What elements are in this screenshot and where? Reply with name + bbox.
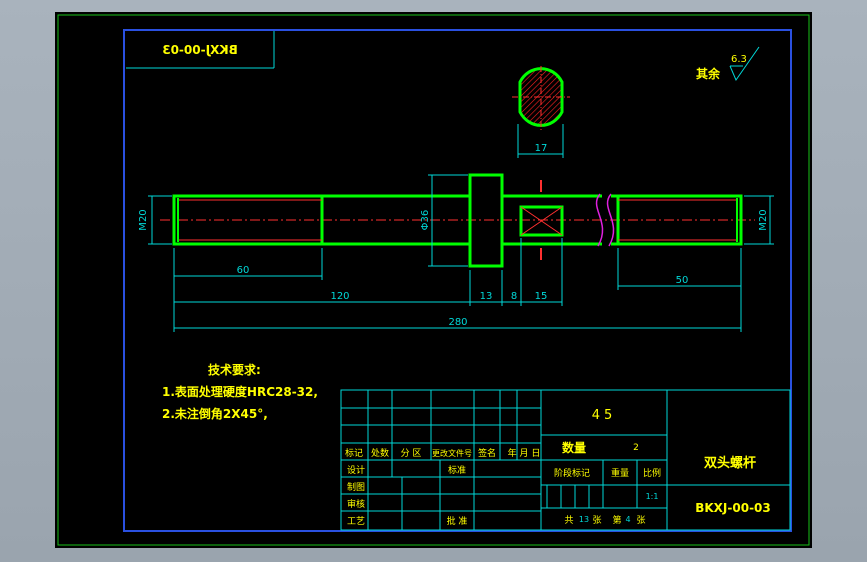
dim-thread-right: M20 [758, 209, 769, 230]
dim-15: 15 [535, 291, 548, 302]
tb-standard: 标准 [448, 464, 466, 476]
tb-total-label: 共 [564, 515, 573, 526]
tb-sheet-unit: 张 [592, 515, 601, 526]
tb-date: 年 月 日 [508, 447, 541, 459]
mirrored-code: BKXJ-00-03 [162, 43, 238, 57]
tb-qty-value: 2 [633, 443, 639, 453]
tb-draw: 制图 [347, 481, 365, 493]
dim-thread-left: M20 [138, 209, 149, 230]
tb-sign: 签名 [478, 447, 496, 459]
tb-count: 处数 [371, 447, 389, 459]
tech-req-line1: 1.表面处理硬度HRC28-32, [162, 384, 318, 399]
tb-sheet-unit2: 张 [636, 515, 645, 526]
dim-280: 280 [448, 317, 467, 328]
tb-weight: 重量 [611, 467, 629, 479]
tb-sheet-label: 第 [612, 514, 621, 526]
dim-8: 8 [511, 291, 517, 302]
tb-mark: 标记 [345, 447, 363, 459]
tech-req-line2: 2.未注倒角2X45°, [162, 406, 268, 421]
tb-scale: 比例 [643, 467, 661, 479]
tb-scale-value: 1:1 [646, 492, 659, 501]
tb-review: 审核 [347, 498, 365, 510]
tb-part-name: 双头螺杆 [704, 455, 756, 471]
tb-docno: 更改文件号 [432, 448, 472, 458]
surface-finish-label: 其余 [696, 66, 721, 81]
drawing-canvas[interactable] [55, 12, 812, 548]
tb-total-sheets: 13 [579, 515, 589, 524]
tb-zone: 分 区 [401, 448, 422, 459]
tb-sheet-no: 4 [625, 515, 630, 524]
dim-collar-dia: Φ36 [420, 210, 431, 231]
tb-stage-mark: 阶段标记 [554, 467, 590, 479]
dim-section-width: 17 [535, 143, 548, 154]
dim-120: 120 [330, 291, 349, 302]
tb-qty-label: 数量 [562, 440, 586, 455]
dim-13: 13 [480, 291, 493, 302]
dim-60: 60 [237, 265, 250, 276]
dim-50: 50 [676, 275, 689, 286]
tb-process: 工艺 [347, 516, 365, 527]
cad-viewport: BKXJ-00-03 其余 6.3 17 M20 M20 Φ36 60 50 1… [55, 12, 812, 548]
tb-design: 设计 [347, 464, 365, 476]
tech-req-title: 技术要求: [208, 362, 261, 377]
tb-approve: 批 准 [447, 515, 468, 527]
tb-material: 45 [592, 408, 617, 423]
tb-part-code: BKXJ-00-03 [695, 501, 771, 515]
surface-finish-value: 6.3 [731, 54, 747, 65]
